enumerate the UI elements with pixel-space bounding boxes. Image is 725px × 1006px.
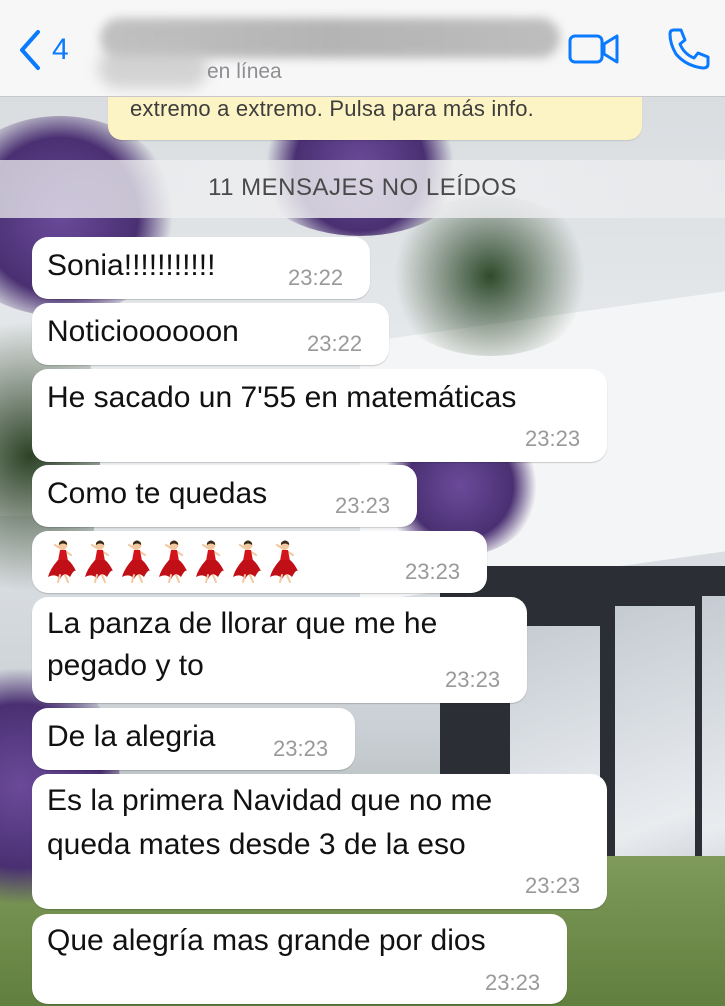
message-time: 23:23 (525, 426, 581, 451)
message-bubble[interactable]: Noticioooooon 23:22 (32, 303, 389, 365)
message-bubble[interactable]: He sacado un 7'55 en matemáticas 23:23 (32, 369, 607, 462)
emoji-row (46, 539, 300, 583)
message-text: De la alegria (47, 720, 216, 753)
message-time: 23:23 (485, 970, 541, 995)
message-bubble[interactable]: De la alegria 23:23 (32, 708, 355, 770)
message-bubble[interactable]: Sonia!!!!!!!!!!! 23:22 (32, 237, 370, 299)
message-time: 23:23 (445, 667, 501, 692)
message-text: Como te quedas (47, 477, 268, 510)
unread-messages-divider: 11 MENSAJES NO LEÍDOS (0, 160, 725, 218)
message-text-line: Es la primera Navidad que no me (47, 784, 493, 817)
message-bubble[interactable]: 23:23 (32, 531, 487, 593)
message-time: 23:23 (335, 493, 391, 518)
message-bubble[interactable]: Es la primera Navidad que no me queda ma… (32, 774, 607, 909)
dancer-emoji-icon (157, 539, 189, 583)
encryption-info-text: extremo a extremo. Pulsa para más info. (130, 96, 534, 121)
message-text-line: queda mates desde 3 de la eso (47, 828, 466, 861)
message-text-line: pegado y to (47, 649, 204, 682)
message-bubble[interactable]: La panza de llorar que me he pegado y to… (32, 597, 527, 703)
dancer-emoji-icon (83, 539, 115, 583)
dancer-emoji-icon (194, 539, 226, 583)
message-time: 23:23 (525, 873, 581, 898)
message-bubble[interactable]: Que alegría mas grande por dios 23:23 (32, 914, 567, 1004)
chevron-left-icon (20, 30, 40, 70)
message-text: Que alegría mas grande por dios (47, 924, 486, 957)
dancer-emoji-icon (46, 539, 78, 583)
message-text: Sonia!!!!!!!!!!! (47, 249, 216, 282)
message-time: 23:23 (405, 559, 461, 584)
message-time: 23:23 (273, 736, 329, 761)
unread-chats-count: 4 (52, 33, 69, 66)
message-bubble[interactable]: Como te quedas 23:23 (32, 465, 417, 527)
back-button[interactable]: 4 (16, 28, 69, 72)
video-call-icon[interactable] (568, 32, 620, 66)
message-text: Noticioooooon (47, 315, 239, 348)
chat-header: 4 en línea (0, 0, 725, 97)
message-time: 23:22 (307, 331, 363, 356)
message-text-line: La panza de llorar que me he (47, 607, 438, 640)
dancer-emoji-icon (268, 539, 300, 583)
contact-status: en línea (207, 60, 282, 83)
dancer-emoji-icon (120, 539, 152, 583)
contact-avatar-redacted[interactable] (98, 48, 208, 88)
message-text: He sacado un 7'55 en matemáticas (47, 381, 517, 414)
phone-icon[interactable] (666, 26, 712, 72)
unread-messages-label: 11 MENSAJES NO LEÍDOS (208, 174, 517, 201)
message-time: 23:22 (288, 265, 344, 290)
dancer-emoji-icon (231, 539, 263, 583)
